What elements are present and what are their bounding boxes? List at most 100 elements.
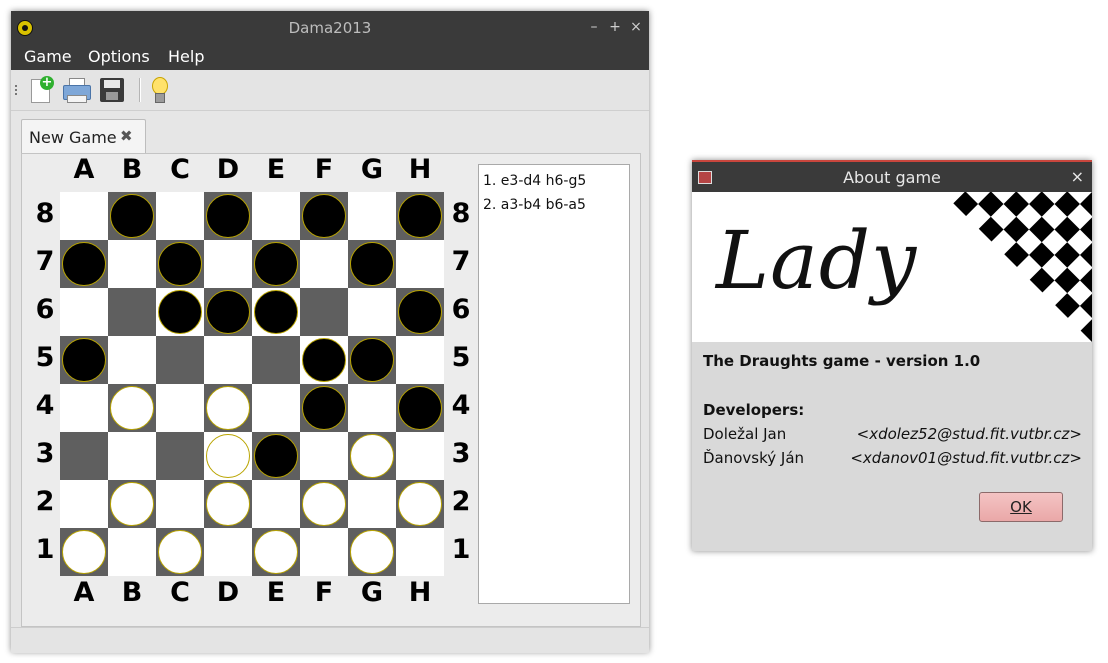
board-square-d2[interactable] bbox=[204, 480, 252, 528]
board-square-f5[interactable] bbox=[300, 336, 348, 384]
white-piece[interactable] bbox=[62, 530, 106, 574]
board-square-b6[interactable] bbox=[108, 288, 156, 336]
hint-bulb-icon[interactable] bbox=[145, 76, 173, 104]
minimize-button[interactable]: – bbox=[586, 18, 602, 36]
board-square-g7[interactable] bbox=[348, 240, 396, 288]
board-square-g8[interactable] bbox=[348, 192, 396, 240]
white-piece[interactable] bbox=[206, 386, 250, 430]
board-square-a6[interactable] bbox=[60, 288, 108, 336]
board-square-b8[interactable] bbox=[108, 192, 156, 240]
board-square-a3[interactable] bbox=[60, 432, 108, 480]
board-square-f2[interactable] bbox=[300, 480, 348, 528]
board-square-g3[interactable] bbox=[348, 432, 396, 480]
board-square-h3[interactable] bbox=[396, 432, 444, 480]
board-square-c5[interactable] bbox=[156, 336, 204, 384]
board-square-h2[interactable] bbox=[396, 480, 444, 528]
black-piece[interactable] bbox=[62, 242, 106, 286]
board-square-e1[interactable] bbox=[252, 528, 300, 576]
menu-options[interactable]: Options bbox=[88, 47, 150, 66]
black-piece[interactable] bbox=[398, 290, 442, 334]
board-square-d6[interactable] bbox=[204, 288, 252, 336]
board-square-d7[interactable] bbox=[204, 240, 252, 288]
white-piece[interactable] bbox=[206, 434, 250, 478]
black-piece[interactable] bbox=[110, 194, 154, 238]
board-square-b1[interactable] bbox=[108, 528, 156, 576]
board-square-h6[interactable] bbox=[396, 288, 444, 336]
board-square-e2[interactable] bbox=[252, 480, 300, 528]
board-square-e7[interactable] bbox=[252, 240, 300, 288]
board-square-a5[interactable] bbox=[60, 336, 108, 384]
tab-new-game[interactable]: New Game ✖ bbox=[21, 119, 146, 153]
black-piece[interactable] bbox=[302, 338, 346, 382]
menu-help[interactable]: Help bbox=[168, 47, 204, 66]
board-square-g1[interactable] bbox=[348, 528, 396, 576]
black-piece[interactable] bbox=[350, 338, 394, 382]
board-square-g4[interactable] bbox=[348, 384, 396, 432]
board-square-b3[interactable] bbox=[108, 432, 156, 480]
ok-button[interactable]: OK bbox=[979, 492, 1063, 522]
board-square-b5[interactable] bbox=[108, 336, 156, 384]
board-square-e5[interactable] bbox=[252, 336, 300, 384]
board-square-h1[interactable] bbox=[396, 528, 444, 576]
white-piece[interactable] bbox=[350, 530, 394, 574]
about-titlebar[interactable]: About game × bbox=[692, 160, 1092, 192]
maximize-button[interactable]: + bbox=[607, 18, 623, 36]
board-square-c8[interactable] bbox=[156, 192, 204, 240]
tab-close-icon[interactable]: ✖ bbox=[120, 127, 133, 145]
black-piece[interactable] bbox=[206, 290, 250, 334]
black-piece[interactable] bbox=[398, 194, 442, 238]
board-square-d3[interactable] bbox=[204, 432, 252, 480]
board-square-c6[interactable] bbox=[156, 288, 204, 336]
board-square-b7[interactable] bbox=[108, 240, 156, 288]
menu-game[interactable]: Game bbox=[24, 47, 72, 66]
white-piece[interactable] bbox=[206, 482, 250, 526]
board-square-f1[interactable] bbox=[300, 528, 348, 576]
black-piece[interactable] bbox=[398, 386, 442, 430]
close-button[interactable]: × bbox=[628, 18, 644, 36]
black-piece[interactable] bbox=[254, 242, 298, 286]
board-square-a4[interactable] bbox=[60, 384, 108, 432]
black-piece[interactable] bbox=[302, 194, 346, 238]
white-piece[interactable] bbox=[254, 530, 298, 574]
board-square-c3[interactable] bbox=[156, 432, 204, 480]
board-square-a8[interactable] bbox=[60, 192, 108, 240]
board-square-e4[interactable] bbox=[252, 384, 300, 432]
board-square-b4[interactable] bbox=[108, 384, 156, 432]
board-square-a2[interactable] bbox=[60, 480, 108, 528]
white-piece[interactable] bbox=[110, 482, 154, 526]
print-icon[interactable] bbox=[62, 76, 91, 104]
main-titlebar[interactable]: Dama2013 – + × bbox=[11, 11, 649, 44]
white-piece[interactable] bbox=[302, 482, 346, 526]
white-piece[interactable] bbox=[398, 482, 442, 526]
about-close-button[interactable]: × bbox=[1071, 167, 1084, 186]
board-square-a1[interactable] bbox=[60, 528, 108, 576]
board-square-c7[interactable] bbox=[156, 240, 204, 288]
black-piece[interactable] bbox=[158, 242, 202, 286]
board-square-a7[interactable] bbox=[60, 240, 108, 288]
board-square-f3[interactable] bbox=[300, 432, 348, 480]
board-square-e6[interactable] bbox=[252, 288, 300, 336]
black-piece[interactable] bbox=[254, 434, 298, 478]
board-square-f6[interactable] bbox=[300, 288, 348, 336]
board-square-f7[interactable] bbox=[300, 240, 348, 288]
black-piece[interactable] bbox=[302, 386, 346, 430]
black-piece[interactable] bbox=[254, 290, 298, 334]
board-square-d8[interactable] bbox=[204, 192, 252, 240]
board-square-c1[interactable] bbox=[156, 528, 204, 576]
white-piece[interactable] bbox=[158, 530, 202, 574]
board-square-f4[interactable] bbox=[300, 384, 348, 432]
board-square-d5[interactable] bbox=[204, 336, 252, 384]
black-piece[interactable] bbox=[350, 242, 394, 286]
toolbar-grip[interactable] bbox=[15, 85, 17, 97]
white-piece[interactable] bbox=[350, 434, 394, 478]
board-square-c2[interactable] bbox=[156, 480, 204, 528]
board-square-f8[interactable] bbox=[300, 192, 348, 240]
board-square-h8[interactable] bbox=[396, 192, 444, 240]
black-piece[interactable] bbox=[206, 194, 250, 238]
new-game-icon[interactable]: + bbox=[27, 76, 55, 104]
board-square-d4[interactable] bbox=[204, 384, 252, 432]
board-square-h7[interactable] bbox=[396, 240, 444, 288]
board-square-c4[interactable] bbox=[156, 384, 204, 432]
board-square-g2[interactable] bbox=[348, 480, 396, 528]
board-square-g6[interactable] bbox=[348, 288, 396, 336]
